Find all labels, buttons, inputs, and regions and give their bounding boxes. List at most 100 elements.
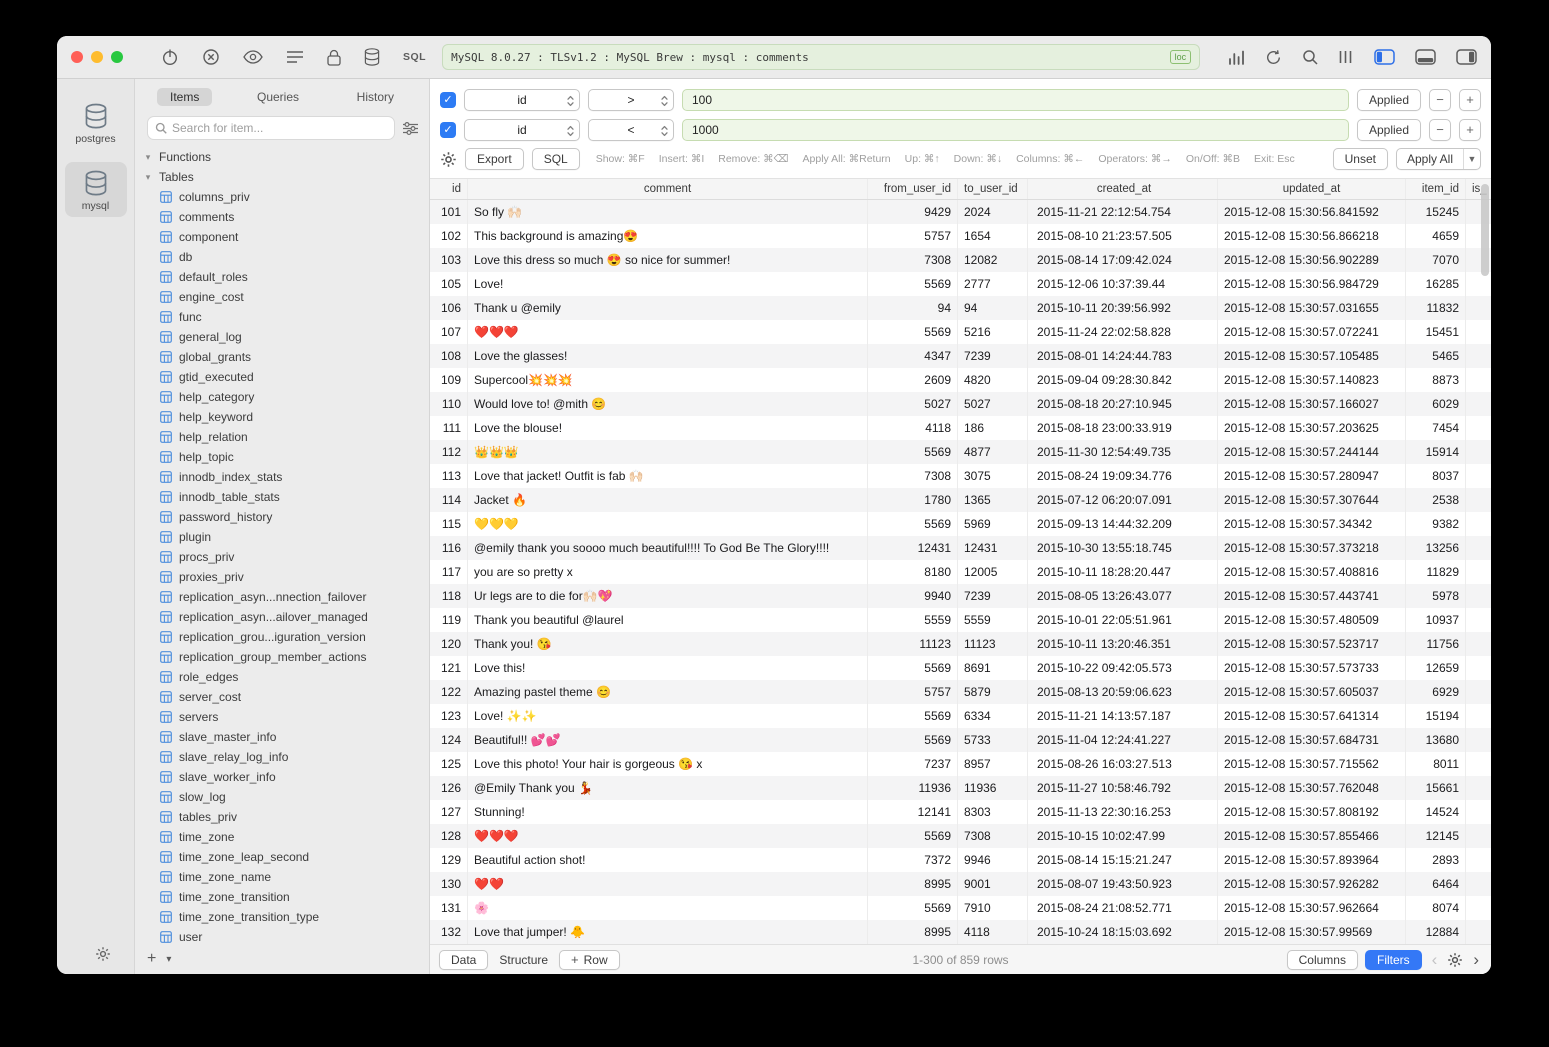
- sidebar-table-item[interactable]: innodb_table_stats: [135, 487, 429, 507]
- cell-is[interactable]: [1466, 680, 1491, 704]
- cell-is[interactable]: [1466, 464, 1491, 488]
- cell-comment[interactable]: Love this photo! Your hair is gorgeous 😘…: [468, 752, 868, 776]
- sidebar-table-item[interactable]: db: [135, 247, 429, 267]
- filter-adjust-icon[interactable]: [402, 122, 419, 135]
- grid-settings-gear-icon[interactable]: [1447, 952, 1463, 968]
- cell-from-user-id[interactable]: 8995: [868, 872, 958, 896]
- cell-created-at[interactable]: 2015-08-14 15:15:21.247: [1028, 848, 1218, 872]
- cell-to-user-id[interactable]: 12005: [958, 560, 1028, 584]
- cell-from-user-id[interactable]: 9429: [868, 200, 958, 224]
- sidebar-table-item[interactable]: server_cost: [135, 687, 429, 707]
- cell-updated-at[interactable]: 2015-12-08 15:30:56.902289: [1218, 248, 1406, 272]
- cell-comment[interactable]: Jacket 🔥: [468, 488, 868, 512]
- eye-icon[interactable]: [243, 50, 263, 64]
- cell-from-user-id[interactable]: 94: [868, 296, 958, 320]
- cell-is[interactable]: [1466, 872, 1491, 896]
- cell-comment[interactable]: Ur legs are to die for🙌🏻💖: [468, 584, 868, 608]
- toggle-left-panel-icon[interactable]: [1374, 49, 1395, 65]
- cell-comment[interactable]: 👑👑👑: [468, 440, 868, 464]
- cell-created-at[interactable]: 2015-08-10 21:23:57.505: [1028, 224, 1218, 248]
- cell-from-user-id[interactable]: 7308: [868, 248, 958, 272]
- tree-section-functions[interactable]: ▾ Functions: [135, 147, 429, 167]
- sidebar-table-item[interactable]: time_zone_transition: [135, 887, 429, 907]
- cell-created-at[interactable]: 2015-10-01 22:05:51.961: [1028, 608, 1218, 632]
- cell-comment[interactable]: Love!: [468, 272, 868, 296]
- cell-id[interactable]: 125: [430, 752, 468, 776]
- cell-from-user-id[interactable]: 5569: [868, 272, 958, 296]
- cell-comment[interactable]: 🌸: [468, 896, 868, 920]
- cell-id[interactable]: 115: [430, 512, 468, 536]
- cell-to-user-id[interactable]: 5027: [958, 392, 1028, 416]
- cell-id[interactable]: 121: [430, 656, 468, 680]
- cell-updated-at[interactable]: 2015-12-08 15:30:57.573733: [1218, 656, 1406, 680]
- cell-id[interactable]: 123: [430, 704, 468, 728]
- cell-item-id[interactable]: 11756: [1406, 632, 1466, 656]
- toggle-right-panel-icon[interactable]: [1456, 49, 1477, 65]
- cell-comment[interactable]: @Emily Thank you 💃: [468, 776, 868, 800]
- cell-is[interactable]: [1466, 344, 1491, 368]
- sidebar-table-item[interactable]: gtid_executed: [135, 367, 429, 387]
- cell-id[interactable]: 111: [430, 416, 468, 440]
- cell-updated-at[interactable]: 2015-12-08 15:30:57.203625: [1218, 416, 1406, 440]
- cell-id[interactable]: 124: [430, 728, 468, 752]
- cell-created-at[interactable]: 2015-12-06 10:37:39.44: [1028, 272, 1218, 296]
- cell-comment[interactable]: ❤️❤️: [468, 872, 868, 896]
- cell-id[interactable]: 116: [430, 536, 468, 560]
- cell-comment[interactable]: Beautiful!! 💕💕: [468, 728, 868, 752]
- cell-from-user-id[interactable]: 12141: [868, 800, 958, 824]
- cell-to-user-id[interactable]: 9001: [958, 872, 1028, 896]
- cell-created-at[interactable]: 2015-08-14 17:09:42.024: [1028, 248, 1218, 272]
- sidebar-table-item[interactable]: component: [135, 227, 429, 247]
- cell-updated-at[interactable]: 2015-12-08 15:30:57.808192: [1218, 800, 1406, 824]
- cell-item-id[interactable]: 8037: [1406, 464, 1466, 488]
- cell-from-user-id[interactable]: 7308: [868, 464, 958, 488]
- chevron-down-icon[interactable]: ▼: [1463, 149, 1480, 169]
- search-icon[interactable]: [1302, 49, 1318, 65]
- cell-is[interactable]: [1466, 608, 1491, 632]
- cell-comment[interactable]: Love that jacket! Outfit is fab 🙌🏻: [468, 464, 868, 488]
- cell-id[interactable]: 108: [430, 344, 468, 368]
- minimize-window-button[interactable]: [91, 51, 103, 63]
- sidebar-table-item[interactable]: plugin: [135, 527, 429, 547]
- cell-item-id[interactable]: 13256: [1406, 536, 1466, 560]
- cell-comment[interactable]: @emily thank you soooo much beautiful!!!…: [468, 536, 868, 560]
- cell-item-id[interactable]: 14524: [1406, 800, 1466, 824]
- cell-item-id[interactable]: 10937: [1406, 608, 1466, 632]
- cell-created-at[interactable]: 2015-10-15 10:02:47.99: [1028, 824, 1218, 848]
- cell-is[interactable]: [1466, 920, 1491, 944]
- filter-field-dropdown[interactable]: id: [464, 119, 580, 141]
- cell-id[interactable]: 122: [430, 680, 468, 704]
- cell-updated-at[interactable]: 2015-12-08 15:30:57.408816: [1218, 560, 1406, 584]
- cell-to-user-id[interactable]: 8303: [958, 800, 1028, 824]
- cell-to-user-id[interactable]: 5969: [958, 512, 1028, 536]
- cell-to-user-id[interactable]: 6334: [958, 704, 1028, 728]
- cell-to-user-id[interactable]: 11936: [958, 776, 1028, 800]
- cell-item-id[interactable]: 11829: [1406, 560, 1466, 584]
- cell-is[interactable]: [1466, 512, 1491, 536]
- cell-is[interactable]: [1466, 728, 1491, 752]
- cell-updated-at[interactable]: 2015-12-08 15:30:57.715562: [1218, 752, 1406, 776]
- structure-tab-button[interactable]: Structure: [495, 953, 552, 967]
- cell-created-at[interactable]: 2015-08-24 21:08:52.771: [1028, 896, 1218, 920]
- column-header-id[interactable]: id: [430, 179, 468, 199]
- tree-section-tables[interactable]: ▾ Tables: [135, 167, 429, 187]
- cell-from-user-id[interactable]: 5569: [868, 512, 958, 536]
- cell-comment[interactable]: Beautiful action shot!: [468, 848, 868, 872]
- cell-item-id[interactable]: 12884: [1406, 920, 1466, 944]
- cell-is[interactable]: [1466, 776, 1491, 800]
- cell-item-id[interactable]: 12659: [1406, 656, 1466, 680]
- cell-is[interactable]: [1466, 656, 1491, 680]
- filter-field-dropdown[interactable]: id: [464, 89, 580, 111]
- cell-id[interactable]: 114: [430, 488, 468, 512]
- cell-created-at[interactable]: 2015-10-24 18:15:03.692: [1028, 920, 1218, 944]
- filter-value-input[interactable]: [682, 89, 1349, 111]
- cell-created-at[interactable]: 2015-07-12 06:20:07.091: [1028, 488, 1218, 512]
- cell-created-at[interactable]: 2015-08-05 13:26:43.077: [1028, 584, 1218, 608]
- cell-from-user-id[interactable]: 5569: [868, 824, 958, 848]
- cell-from-user-id[interactable]: 5569: [868, 728, 958, 752]
- sidebar-table-item[interactable]: slave_relay_log_info: [135, 747, 429, 767]
- cell-id[interactable]: 106: [430, 296, 468, 320]
- cell-to-user-id[interactable]: 2777: [958, 272, 1028, 296]
- cell-comment[interactable]: Love that jumper! 🐥: [468, 920, 868, 944]
- cell-from-user-id[interactable]: 5757: [868, 224, 958, 248]
